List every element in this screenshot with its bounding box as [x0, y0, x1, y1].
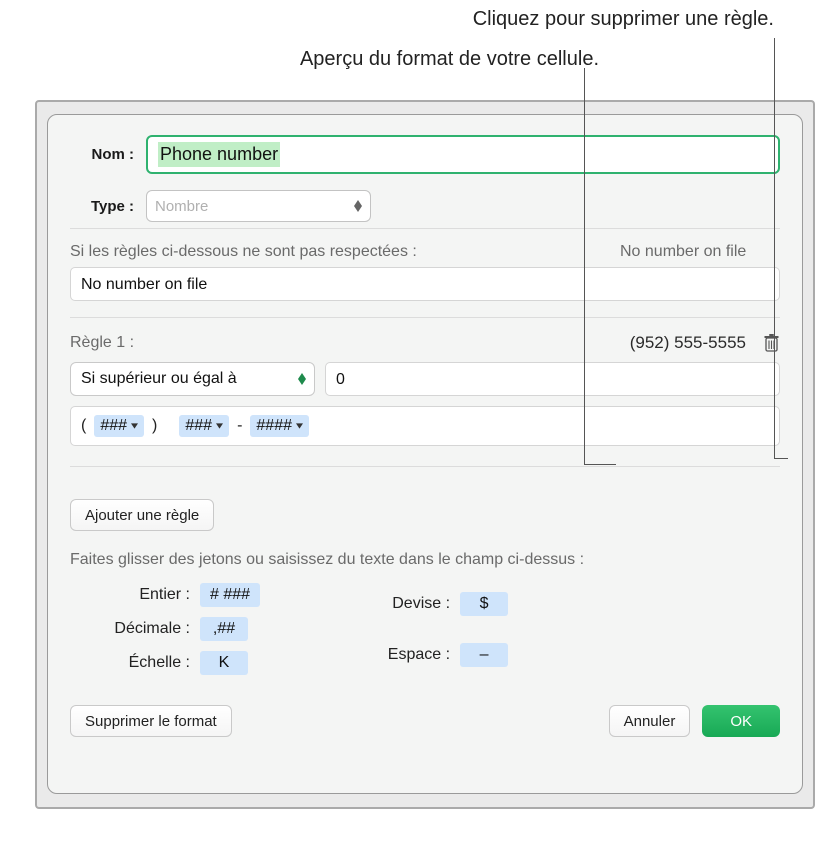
scale-label: Échelle :	[70, 654, 190, 672]
unmatched-label: Si les règles ci-dessous ne sont pas res…	[70, 243, 602, 261]
format-token[interactable]: ###	[94, 415, 144, 437]
chevron-down-icon	[131, 422, 138, 430]
name-label: Nom :	[70, 146, 134, 163]
callout-format-preview: Aperçu du format de votre cellule.	[300, 48, 599, 71]
integer-label: Entier :	[70, 586, 190, 604]
hint-text: Faites glisser des jetons ou saisissez d…	[70, 551, 780, 569]
format-field[interactable]: ( ### ) ### - ####	[70, 406, 780, 446]
integer-token[interactable]: # ###	[200, 583, 260, 607]
callout-leader	[774, 458, 788, 459]
add-rule-button[interactable]: Ajouter une règle	[70, 499, 214, 531]
divider	[70, 466, 780, 467]
format-token[interactable]: ####	[250, 415, 309, 437]
token-text: ###	[185, 417, 212, 435]
currency-token[interactable]: $	[460, 592, 508, 616]
callout-delete-rule: Cliquez pour supprimer une règle.	[473, 8, 774, 31]
unmatched-input[interactable]: No number on file	[70, 267, 780, 301]
threshold-input[interactable]: 0	[325, 362, 780, 396]
scale-token[interactable]: K	[200, 651, 248, 675]
name-input[interactable]: Phone number	[146, 135, 780, 174]
token-text: ###	[100, 417, 127, 435]
window-frame: Nom : Phone number Type : Nombre Si les …	[35, 100, 815, 809]
type-label: Type :	[70, 198, 134, 215]
divider	[70, 228, 780, 229]
decimal-token[interactable]: ,##	[200, 617, 248, 641]
callout-leader	[584, 464, 616, 465]
token-text: ####	[256, 417, 292, 435]
condition-value: Si supérieur ou égal à	[81, 370, 237, 388]
chevron-down-icon	[296, 422, 303, 430]
decimal-label: Décimale :	[70, 620, 190, 638]
name-value-text: Phone number	[158, 142, 280, 167]
callout-leader	[774, 38, 775, 458]
type-select[interactable]: Nombre	[146, 190, 371, 222]
literal-text: -	[237, 417, 242, 435]
literal-text: )	[152, 417, 157, 435]
delete-format-button[interactable]: Supprimer le format	[70, 705, 232, 737]
rule-preview: (952) 555-5555	[630, 333, 746, 353]
cancel-button[interactable]: Annuler	[609, 705, 691, 737]
literal-text: (	[81, 417, 86, 435]
divider	[70, 317, 780, 318]
currency-label: Devise :	[330, 595, 450, 613]
rule-title: Règle 1 :	[70, 334, 134, 352]
trash-icon[interactable]	[762, 332, 780, 354]
chevron-up-down-icon	[298, 373, 306, 385]
space-label: Espace :	[330, 646, 450, 664]
chevron-down-icon	[216, 422, 223, 430]
callout-leader	[584, 68, 585, 464]
condition-select[interactable]: Si supérieur ou égal à	[70, 362, 315, 396]
chevron-up-down-icon	[354, 200, 362, 212]
space-token[interactable]: –	[460, 643, 508, 667]
ok-button[interactable]: OK	[702, 705, 780, 737]
type-value: Nombre	[155, 198, 208, 215]
format-token[interactable]: ###	[179, 415, 229, 437]
unmatched-preview: No number on file	[620, 243, 780, 261]
custom-format-dialog: Nom : Phone number Type : Nombre Si les …	[47, 114, 803, 794]
